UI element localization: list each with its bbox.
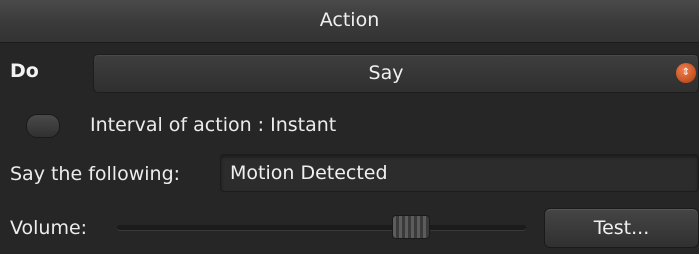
interval-toggle[interactable] [26,114,60,138]
say-text-input[interactable] [220,154,699,192]
interval-label: Interval of action : Instant [90,114,337,136]
volume-slider-track[interactable] [117,225,526,230]
test-button[interactable]: Test... [544,208,699,248]
panel-header: Action [0,0,699,43]
action-type-dropdown[interactable]: Say ⇕ [93,54,699,93]
volume-slider-thumb[interactable] [392,215,430,239]
do-label: Do [10,60,39,82]
say-label: Say the following: [10,163,181,185]
volume-label: Volume: [10,217,88,239]
panel-title: Action [319,9,380,31]
dropdown-arrow-icon[interactable]: ⇕ [676,63,696,83]
action-type-selected-value: Say [368,62,404,84]
